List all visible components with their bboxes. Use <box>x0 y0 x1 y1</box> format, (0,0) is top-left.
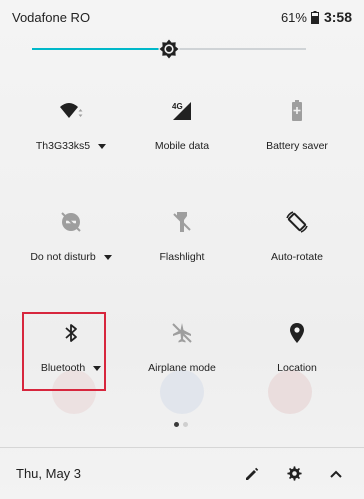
collapse-button[interactable] <box>326 464 346 484</box>
airplane-mode-icon <box>172 323 192 343</box>
tile-battery-saver-label-row: Battery saver <box>266 140 328 152</box>
tile-flashlight[interactable]: Flashlight <box>123 201 241 297</box>
tile-label: Airplane mode <box>148 362 216 374</box>
tile-flashlight-label-row: Flashlight <box>160 251 205 263</box>
brightness-slider[interactable] <box>32 34 306 64</box>
chevron-down-icon[interactable] <box>103 254 112 260</box>
page-dot-active <box>174 422 179 427</box>
status-indicators: 61% 3:58 <box>281 9 352 25</box>
brightness-icon[interactable] <box>158 38 180 60</box>
auto-rotate-icon <box>286 211 308 233</box>
tile-do-not-disturb[interactable]: Do not disturb <box>12 201 130 297</box>
tile-battery-saver[interactable]: Battery saver <box>238 90 356 186</box>
svg-text:4G: 4G <box>172 102 183 111</box>
carrier-name: Vodafone RO <box>12 9 91 25</box>
tile-label: Mobile data <box>154 140 210 152</box>
tile-label: Do not disturb <box>30 251 96 263</box>
tile-auto-rotate[interactable]: Auto-rotate <box>238 201 356 297</box>
edit-button[interactable] <box>242 464 262 484</box>
tile-do-not-disturb-label-row: Do not disturb <box>30 251 112 263</box>
brightness-fill <box>32 48 169 50</box>
date-label: Thu, May 3 <box>16 466 82 481</box>
tile-location[interactable]: Location <box>238 312 356 408</box>
tile-location-label-row: Location <box>277 362 317 374</box>
chevron-down-icon[interactable] <box>98 143 107 149</box>
tile-wifi[interactable]: Th3G33ks5 <box>12 90 130 186</box>
tile-auto-rotate-label-row: Auto-rotate <box>271 251 323 263</box>
battery-icon <box>310 10 319 24</box>
page-indicator <box>174 422 192 427</box>
chevron-up-icon <box>330 470 342 478</box>
mobile-data-icon: 4G <box>172 102 191 120</box>
wifi-icon <box>60 103 83 118</box>
tile-label: Location <box>277 362 317 374</box>
battery-percentage: 61% <box>280 9 307 25</box>
tile-wifi-label-row: Th3G33ks5 <box>35 140 107 152</box>
highlight-box <box>22 312 106 391</box>
settings-button[interactable] <box>284 464 304 484</box>
edit-icon <box>246 467 259 480</box>
tile-airplane-mode[interactable]: Airplane mode <box>123 312 241 408</box>
tile-airplane-mode-label-row: Airplane mode <box>148 362 216 374</box>
tile-label: Auto-rotate <box>271 251 323 263</box>
footer-bar: Thu, May 3 <box>0 448 364 499</box>
flashlight-icon <box>173 212 191 232</box>
status-bar: Vodafone RO 61% 3:58 <box>0 0 364 34</box>
tile-mobile-data-label-row: Mobile data <box>155 140 209 152</box>
do-not-disturb-icon <box>61 212 81 232</box>
page-dot <box>183 422 188 427</box>
settings-icon <box>286 466 302 481</box>
battery-saver-icon <box>292 100 302 121</box>
location-icon <box>290 323 304 343</box>
tile-label: Th3G33ks5 <box>35 140 91 152</box>
tile-mobile-data[interactable]: 4G Mobile data <box>123 90 241 186</box>
tile-label: Battery saver <box>266 140 328 152</box>
clock: 3:58 <box>323 9 352 25</box>
tile-label: Flashlight <box>159 251 205 263</box>
